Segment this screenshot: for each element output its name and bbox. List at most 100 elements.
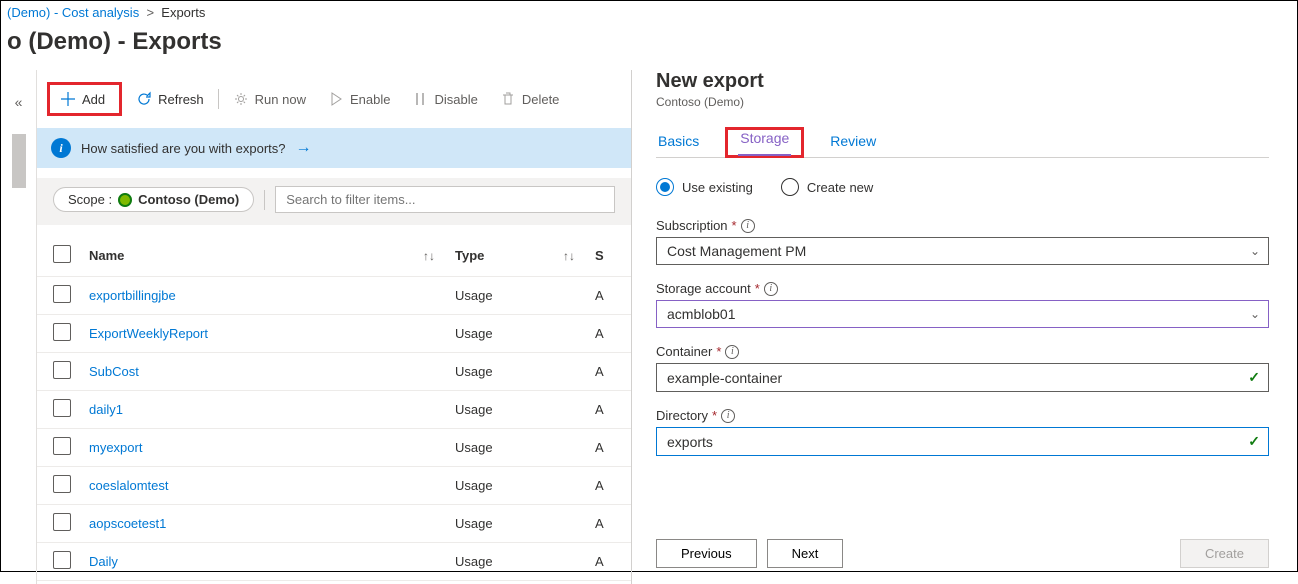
col-type[interactable]: Type — [455, 248, 484, 263]
chevron-down-icon: ⌄ — [1250, 307, 1260, 321]
table-row[interactable]: ExportWeeklyReport UsageA — [37, 315, 631, 353]
radio-icon — [656, 178, 674, 196]
table-row[interactable]: SubCostUsageA — [37, 353, 631, 391]
check-ok-icon: ✓ — [1248, 433, 1260, 450]
export-status: A — [595, 326, 615, 341]
export-name-link[interactable]: aopscoetest1 — [89, 516, 166, 531]
export-type: Usage — [455, 402, 595, 417]
tab-storage[interactable]: Storage — [738, 124, 791, 156]
search-input[interactable] — [275, 186, 615, 213]
field-container: Container * i example-container✓ — [656, 344, 1269, 392]
table-row[interactable]: aopscoetest1UsageA — [37, 505, 631, 543]
export-name-link[interactable]: myexport — [89, 440, 142, 455]
directory-input[interactable]: exports✓ — [656, 427, 1269, 456]
value: acmblob01 — [667, 306, 736, 322]
export-name-link[interactable]: Daily — [89, 554, 118, 569]
export-name-link[interactable]: daily1 — [89, 402, 123, 417]
row-checkbox[interactable] — [53, 285, 71, 303]
export-name-link[interactable]: coeslalomtest — [89, 478, 168, 493]
label: Directory — [656, 408, 708, 423]
row-checkbox[interactable] — [53, 437, 71, 455]
table-row[interactable]: daily1UsageA — [37, 391, 631, 429]
left-rail: « — [1, 70, 37, 584]
scope-pill[interactable]: Scope : Contoso (Demo) — [53, 187, 254, 212]
row-checkbox[interactable] — [53, 399, 71, 417]
container-input[interactable]: example-container✓ — [656, 363, 1269, 392]
panel-header: New export Contoso (Demo) — [656, 70, 1269, 127]
panel-footer: Previous Next Create — [656, 519, 1269, 584]
table-row[interactable]: exportbillingjbeUsageA — [37, 277, 631, 315]
select-all-checkbox[interactable] — [53, 245, 71, 263]
value: Cost Management PM — [667, 243, 806, 259]
plus-icon — [60, 91, 76, 107]
refresh-button[interactable]: Refresh — [128, 87, 212, 111]
info-hint-icon[interactable]: i — [741, 219, 755, 233]
required-icon: * — [712, 408, 717, 423]
page-title: o (Demo) - Exports — [1, 26, 1297, 70]
row-checkbox[interactable] — [53, 513, 71, 531]
table-row[interactable]: DailyUsageA — [37, 543, 631, 581]
storage-account-select[interactable]: acmblob01 ⌄ — [656, 300, 1269, 328]
feedback-link-icon[interactable]: → — [295, 139, 311, 157]
row-checkbox[interactable] — [53, 361, 71, 379]
refresh-icon — [136, 91, 152, 107]
enable-button[interactable]: Enable — [320, 87, 398, 111]
export-status: A — [595, 554, 615, 569]
export-type: Usage — [455, 516, 595, 531]
radio-use-existing[interactable]: Use existing — [656, 178, 753, 196]
main-content: Add Refresh Run now Enable Disable — [37, 70, 631, 584]
scrollbar[interactable] — [12, 134, 26, 188]
radio-create-new[interactable]: Create new — [781, 178, 873, 196]
tab-review[interactable]: Review — [828, 127, 878, 157]
create-button: Create — [1180, 539, 1269, 568]
scope-label: Scope : — [68, 192, 112, 207]
row-checkbox[interactable] — [53, 475, 71, 493]
feedback-bar: i How satisfied are you with exports? → — [37, 128, 631, 168]
export-status: A — [595, 364, 615, 379]
sort-icon[interactable]: ↑↓ — [563, 249, 575, 263]
info-hint-icon[interactable]: i — [764, 282, 778, 296]
add-button[interactable]: Add — [52, 87, 113, 111]
info-hint-icon[interactable]: i — [725, 345, 739, 359]
panel-title: New export — [656, 70, 1269, 93]
info-hint-icon[interactable]: i — [721, 409, 735, 423]
export-status: A — [595, 288, 615, 303]
highlight-add: Add — [47, 82, 122, 116]
breadcrumb-cost-analysis[interactable]: (Demo) - Cost analysis — [7, 5, 139, 20]
row-checkbox[interactable] — [53, 551, 71, 569]
grid-header: Name ↑↓ Type ↑↓ S — [37, 229, 631, 277]
trash-icon — [500, 91, 516, 107]
radio-label: Use existing — [682, 180, 753, 195]
disable-button[interactable]: Disable — [404, 87, 485, 111]
toolbar: Add Refresh Run now Enable Disable — [37, 78, 631, 128]
col-s[interactable]: S — [595, 248, 604, 263]
export-type: Usage — [455, 326, 595, 341]
row-checkbox[interactable] — [53, 323, 71, 341]
export-name-link[interactable]: SubCost — [89, 364, 139, 379]
tab-basics[interactable]: Basics — [656, 127, 701, 157]
export-name-link[interactable]: exportbillingjbe — [89, 288, 176, 303]
subscription-select[interactable]: Cost Management PM ⌄ — [656, 237, 1269, 265]
play-icon — [328, 91, 344, 107]
chevron-down-icon: ⌄ — [1250, 244, 1260, 258]
sort-icon[interactable]: ↑↓ — [423, 249, 435, 263]
value: example-container — [667, 370, 782, 386]
collapse-icon[interactable]: « — [15, 94, 23, 110]
next-button[interactable]: Next — [767, 539, 844, 568]
export-name-link[interactable]: ExportWeeklyReport — [89, 326, 208, 341]
add-label: Add — [82, 92, 105, 107]
run-now-button[interactable]: Run now — [225, 87, 314, 111]
previous-button[interactable]: Previous — [656, 539, 757, 568]
label: Container — [656, 344, 712, 359]
table-row[interactable]: coeslalomtestUsageA — [37, 467, 631, 505]
export-status: A — [595, 440, 615, 455]
enable-label: Enable — [350, 92, 390, 107]
delete-button[interactable]: Delete — [492, 87, 568, 111]
gear-icon — [233, 91, 249, 107]
required-icon: * — [732, 218, 737, 233]
col-name[interactable]: Name — [89, 248, 124, 263]
table-row[interactable]: myexportUsageA — [37, 429, 631, 467]
delete-label: Delete — [522, 92, 560, 107]
field-storage-account: Storage account * i acmblob01⌄ — [656, 281, 1269, 328]
divider — [218, 89, 219, 109]
